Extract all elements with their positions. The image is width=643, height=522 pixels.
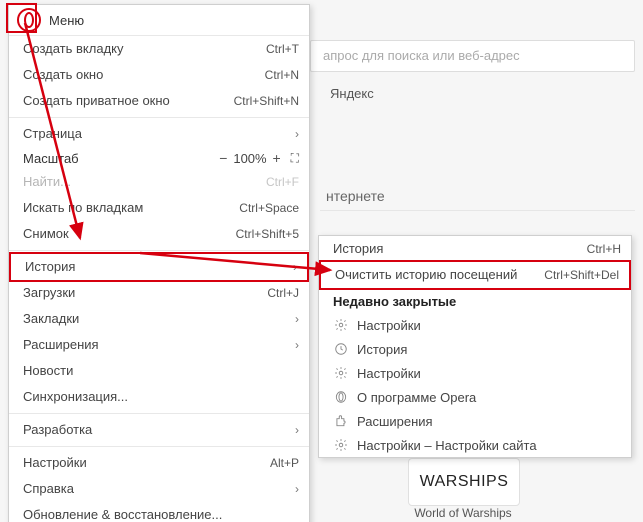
menu-find: Найти...Ctrl+F: [9, 169, 309, 195]
fullscreen-icon[interactable]: ⛶: [291, 151, 299, 166]
zoom-value: 100%: [233, 151, 266, 166]
puzzle-icon: [333, 413, 349, 429]
menu-bookmarks[interactable]: Закладки›: [9, 306, 309, 332]
history-submenu: ИсторияCtrl+H Очистить историю посещений…: [318, 235, 632, 458]
opera-logo-icon: [17, 8, 41, 32]
main-menu: Меню Создать вкладкуCtrl+T Создать окноC…: [8, 4, 310, 522]
submenu-recent-header: Недавно закрытые: [319, 288, 631, 313]
menu-create-private[interactable]: Создать приватное окноCtrl+Shift+N: [9, 88, 309, 114]
menu-separator: [9, 250, 309, 251]
address-placeholder: апрос для поиска или веб-адрес: [323, 48, 520, 63]
submenu-clear-history[interactable]: Очистить историю посещенийCtrl+Shift+Del: [319, 260, 631, 290]
bg-divider: [320, 210, 635, 211]
zoom-in-button[interactable]: +: [269, 150, 285, 166]
bg-section-label: нтернете: [326, 188, 385, 204]
warships-logo-text: WARSHIPS: [420, 473, 509, 491]
menu-snapshot[interactable]: СнимокCtrl+Shift+5: [9, 221, 309, 247]
menu-developer[interactable]: Разработка›: [9, 417, 309, 443]
menu-news[interactable]: Новости: [9, 358, 309, 384]
warships-caption: World of Warships: [408, 506, 518, 520]
menu-separator: [9, 117, 309, 118]
recent-item[interactable]: История: [319, 337, 631, 361]
recent-item[interactable]: О программе Opera: [319, 385, 631, 409]
gear-icon: [333, 365, 349, 381]
recent-item[interactable]: Настройки: [319, 313, 631, 337]
address-bar[interactable]: апрос для поиска или веб-адрес: [310, 40, 635, 72]
menu-page[interactable]: Страница›: [9, 121, 309, 147]
menu-downloads[interactable]: ЗагрузкиCtrl+J: [9, 280, 309, 306]
chevron-right-icon: ›: [295, 310, 299, 328]
speed-dial-tile-yandex[interactable]: Яндекс: [330, 86, 374, 101]
menu-zoom: Масштаб − 100% + ⛶: [9, 147, 309, 169]
menu-title-label: Меню: [49, 13, 84, 28]
recent-item[interactable]: Настройки – Настройки сайта: [319, 433, 631, 457]
menu-sync[interactable]: Синхронизация...: [9, 384, 309, 410]
menu-separator: [9, 446, 309, 447]
opera-icon: [333, 389, 349, 405]
menu-create-tab[interactable]: Создать вкладкуCtrl+T: [9, 36, 309, 62]
speed-dial-tile-warships[interactable]: WARSHIPS: [408, 458, 520, 506]
chevron-right-icon: ›: [295, 336, 299, 354]
chevron-right-icon: ›: [295, 480, 299, 498]
recent-item[interactable]: Настройки: [319, 361, 631, 385]
gear-icon: [333, 317, 349, 333]
menu-header: Меню: [9, 5, 309, 36]
menu-update[interactable]: Обновление & восстановление...: [9, 502, 309, 522]
recent-item[interactable]: Расширения: [319, 409, 631, 433]
gear-icon: [333, 437, 349, 453]
chevron-right-icon: ›: [295, 125, 299, 143]
chevron-right-icon: ›: [295, 421, 299, 439]
menu-help[interactable]: Справка›: [9, 476, 309, 502]
menu-separator: [9, 413, 309, 414]
menu-extensions[interactable]: Расширения›: [9, 332, 309, 358]
zoom-out-button[interactable]: −: [215, 150, 231, 166]
menu-settings[interactable]: НастройкиAlt+P: [9, 450, 309, 476]
chevron-right-icon: ›: [293, 258, 297, 276]
menu-search-tabs[interactable]: Искать по вкладкамCtrl+Space: [9, 195, 309, 221]
menu-create-window[interactable]: Создать окноCtrl+N: [9, 62, 309, 88]
menu-history[interactable]: История›: [9, 252, 309, 282]
submenu-history[interactable]: ИсторияCtrl+H: [319, 236, 631, 262]
clock-icon: [333, 341, 349, 357]
